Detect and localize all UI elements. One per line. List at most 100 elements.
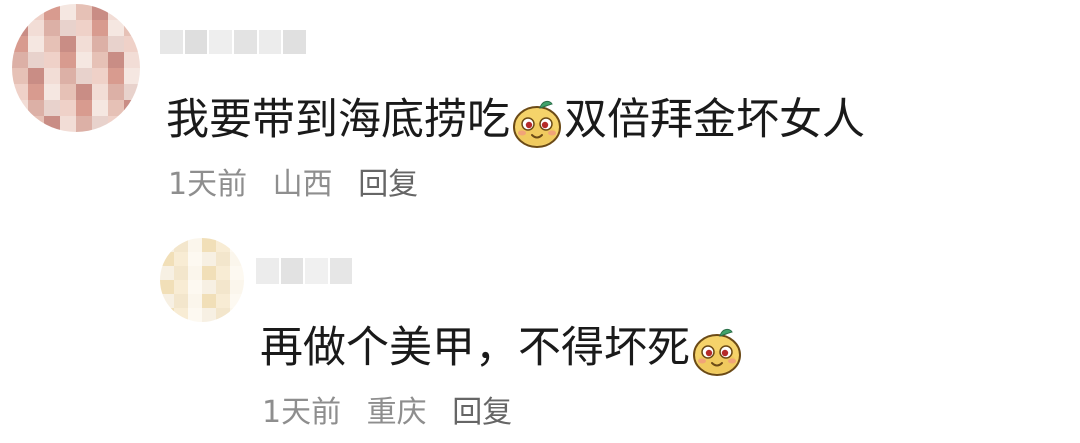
avatar-pixel — [76, 4, 92, 20]
avatar-pixel — [60, 52, 76, 68]
avatar-pixel — [60, 36, 76, 52]
avatar-pixel — [230, 308, 244, 322]
avatar-pixel — [12, 20, 28, 36]
avatar-pixel — [60, 84, 76, 100]
avatar-pixel — [44, 68, 60, 84]
avatar-pixel — [188, 308, 202, 322]
avatar-pixel — [174, 252, 188, 266]
avatar-pixel — [108, 36, 124, 52]
avatar-pixel — [216, 294, 230, 308]
username-blur-block — [184, 30, 208, 54]
avatar-pixel — [230, 252, 244, 266]
avatar-pixel — [28, 52, 44, 68]
avatar-pixel — [174, 266, 188, 280]
username-blur-block — [280, 258, 303, 284]
avatar-pixel — [76, 20, 92, 36]
avatar-pixel — [188, 280, 202, 294]
comment-text-part: 我要带到海底捞吃 — [166, 95, 510, 145]
avatar-pixel — [76, 52, 92, 68]
reply-button[interactable]: 回复 — [358, 167, 418, 202]
avatar[interactable] — [12, 4, 140, 132]
avatar-pixel — [202, 294, 216, 308]
avatar-pixel — [76, 116, 92, 132]
username-blurred[interactable] — [256, 258, 352, 284]
avatar-pixel — [44, 20, 60, 36]
avatar-pixel — [202, 266, 216, 280]
avatar-pixel — [108, 4, 124, 20]
avatar-pixel — [230, 294, 244, 308]
avatar-pixel — [92, 100, 108, 116]
avatar-pixel — [124, 100, 140, 116]
avatar-pixel — [44, 84, 60, 100]
avatar-pixel — [230, 280, 244, 294]
avatar-pixel — [188, 238, 202, 252]
avatar-pixel — [12, 84, 28, 100]
avatar-pixel — [124, 116, 140, 132]
avatar-pixel — [202, 308, 216, 322]
username-blur-block — [305, 258, 328, 284]
smiling-potato-emoji-icon — [690, 318, 744, 378]
username-blur-block — [258, 30, 282, 54]
avatar-pixel — [44, 100, 60, 116]
avatar-pixel — [160, 294, 174, 308]
avatar-pixel — [230, 266, 244, 280]
avatar-pixel — [160, 266, 174, 280]
avatar-pixel — [174, 308, 188, 322]
avatar-pixel — [202, 280, 216, 294]
avatar-pixel — [60, 68, 76, 84]
avatar-pixel — [216, 238, 230, 252]
timestamp: 1天前 — [262, 395, 342, 430]
avatar-pixel — [124, 68, 140, 84]
avatar-pixel — [174, 280, 188, 294]
avatar-pixel — [28, 20, 44, 36]
avatar-pixel — [76, 36, 92, 52]
avatar-pixel — [216, 280, 230, 294]
avatar-pixel — [44, 52, 60, 68]
comment-meta: 1天前 山西 回复 — [168, 165, 418, 205]
avatar-pixel — [60, 116, 76, 132]
avatar-pixel — [28, 84, 44, 100]
comment-meta: 1天前 重庆 回复 — [262, 393, 512, 433]
reply-button[interactable]: 回复 — [452, 395, 512, 430]
avatar-pixel — [216, 252, 230, 266]
emoji-graphic — [510, 96, 564, 150]
avatar-pixel — [124, 4, 140, 20]
avatar-pixel — [108, 20, 124, 36]
comment-text-part: 再做个美甲，不得坏死 — [260, 323, 690, 373]
avatar-pixel — [12, 116, 28, 132]
avatar-pixel — [124, 20, 140, 36]
avatar-pixel — [44, 36, 60, 52]
avatar-pixel — [202, 238, 216, 252]
avatar-pixel — [92, 52, 108, 68]
smiling-potato-emoji-icon — [510, 90, 564, 150]
location: 山西 — [272, 167, 333, 202]
username-blur-block — [283, 30, 307, 54]
avatar-pixel — [12, 68, 28, 84]
avatar-pixel — [108, 116, 124, 132]
avatar-pixel — [28, 36, 44, 52]
username-blur-block — [234, 30, 257, 54]
avatar-pixel — [216, 266, 230, 280]
avatar-pixel — [92, 36, 108, 52]
avatar-pixel — [230, 238, 244, 252]
avatar-pixel — [108, 100, 124, 116]
avatar-pixel — [108, 84, 124, 100]
timestamp: 1天前 — [168, 167, 248, 202]
avatar[interactable] — [160, 238, 244, 322]
avatar-pixel — [92, 4, 108, 20]
avatar-pixel — [44, 4, 60, 20]
avatar-pixel — [76, 68, 92, 84]
avatar-pixel — [12, 100, 28, 116]
avatar-pixel — [160, 308, 174, 322]
location: 重庆 — [366, 395, 427, 430]
username-blurred[interactable] — [160, 30, 307, 54]
avatar-pixel — [44, 116, 60, 132]
username-blur-block — [329, 258, 352, 284]
avatar-pixel — [160, 280, 174, 294]
avatar-pixel — [108, 68, 124, 84]
avatar-pixel — [108, 52, 124, 68]
avatar-pixel — [76, 100, 92, 116]
avatar-pixel — [160, 238, 174, 252]
username-blur-block — [256, 258, 279, 284]
avatar-pixel — [28, 68, 44, 84]
